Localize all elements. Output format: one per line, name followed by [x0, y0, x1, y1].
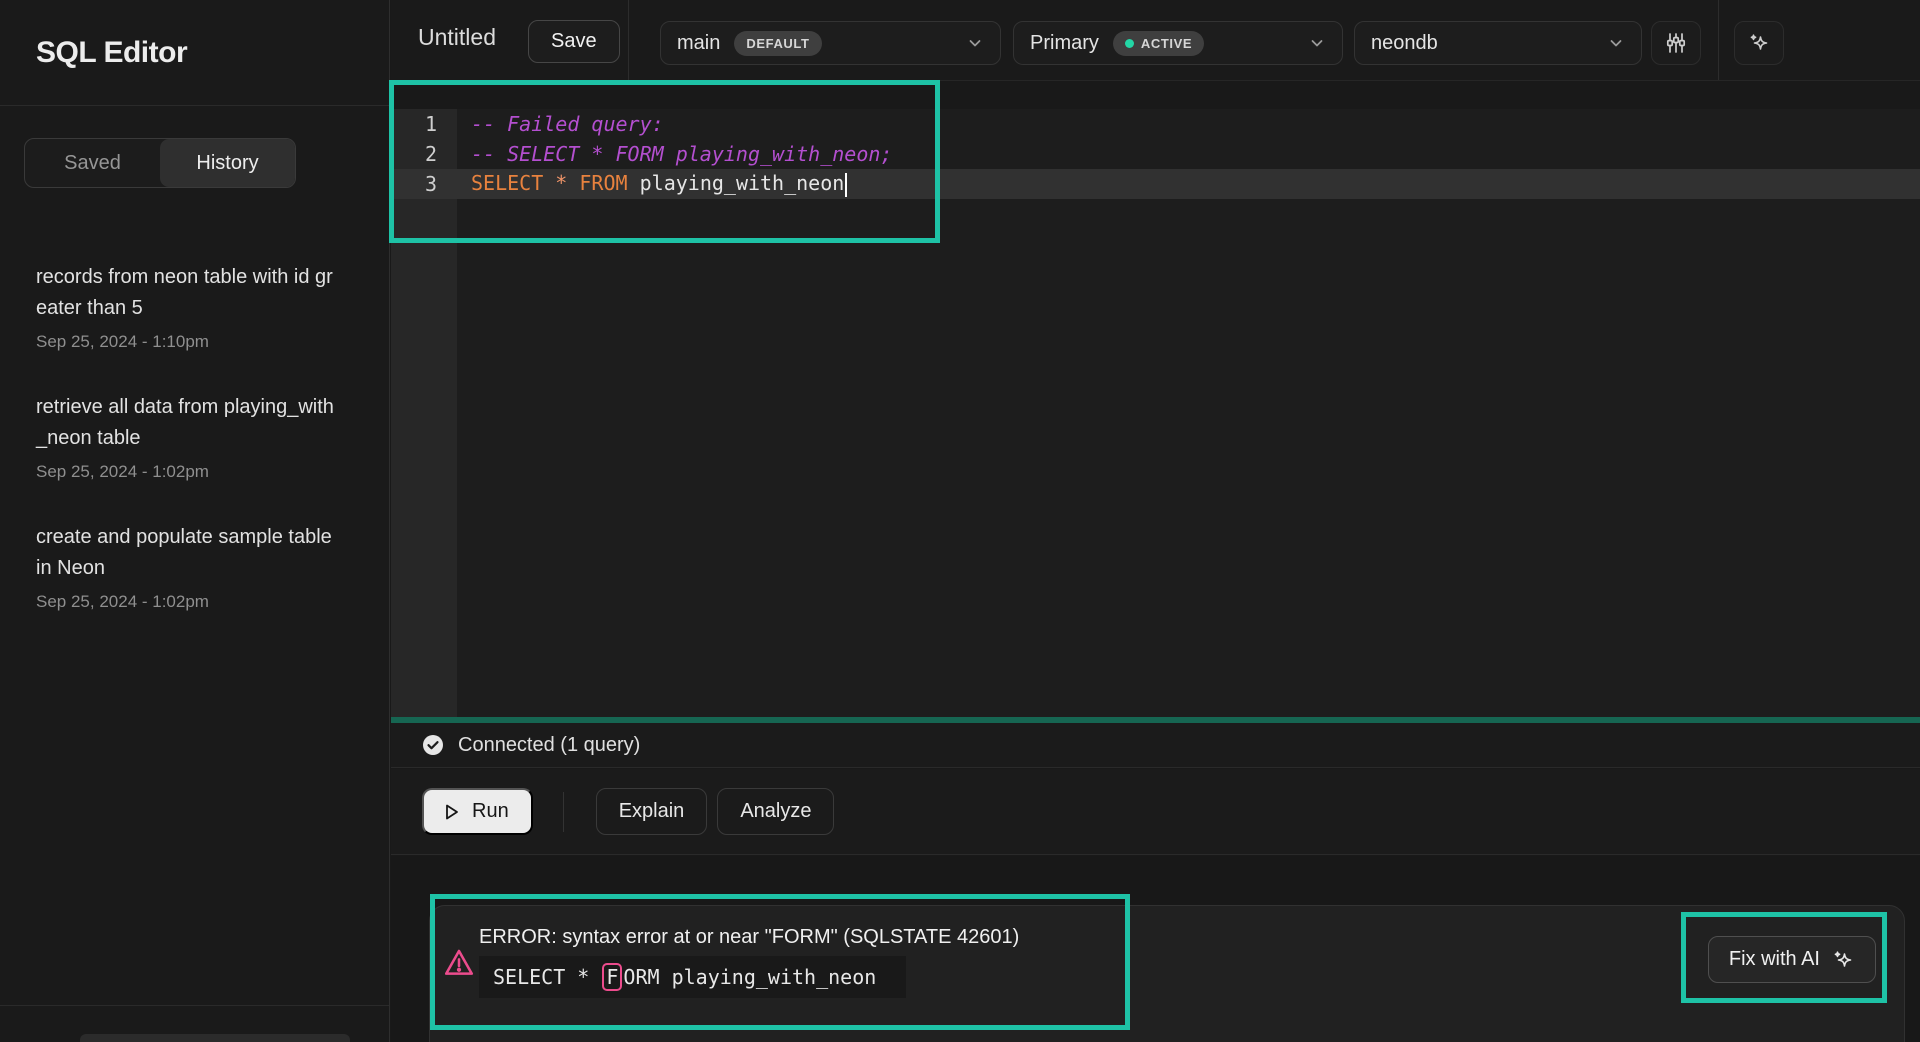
results-area: ERROR: syntax error at or near "FORM" (S… [391, 856, 1920, 1042]
analyze-button[interactable]: Analyze [717, 788, 834, 835]
editor-lines: 1 -- Failed query: 2 -- SELECT * FORM pl… [391, 109, 1920, 199]
chevron-down-icon [966, 34, 984, 52]
history-item-timestamp: Sep 25, 2024 - 1:02pm [36, 592, 354, 612]
sidebar-bottom-divider [0, 1005, 389, 1006]
fix-with-ai-button[interactable]: Fix with AI [1708, 936, 1876, 983]
history-item-title: records from neon table with id greater … [36, 262, 341, 324]
page-title: SQL Editor [36, 36, 187, 70]
editor-top-strip [391, 81, 1920, 109]
text-cursor [845, 173, 847, 197]
compute-name: Primary [1030, 32, 1099, 55]
ai-assistant-button[interactable] [1734, 21, 1784, 65]
sql-table-name: playing_with_neon [640, 171, 845, 195]
sql-statement: SELECT * FROM playing_with_neon [457, 171, 847, 197]
chevron-down-icon [1607, 34, 1625, 52]
explain-button[interactable]: Explain [596, 788, 708, 835]
sql-comment: -- Failed query: [457, 112, 664, 136]
chevron-down-icon [1308, 34, 1326, 52]
editor-line-3-current: 3 SELECT * FROM playing_with_neon [391, 169, 1920, 199]
compute-active-badge-label: ACTIVE [1141, 36, 1192, 51]
query-toolbar: Run Explain Analyze [391, 769, 1920, 855]
settings-sliders-button[interactable] [1651, 21, 1701, 65]
database-selector[interactable]: neondb [1354, 21, 1642, 65]
sidebar-bottom-partial-element [80, 1034, 350, 1042]
sql-comment: -- SELECT * FORM playing_with_neon; [457, 142, 892, 166]
query-title: Untitled [418, 24, 496, 51]
warning-triangle-icon [442, 946, 476, 980]
compute-active-badge: ACTIVE [1113, 31, 1204, 56]
error-query-after: ORM playing_with_neon [623, 965, 876, 989]
error-query-before: SELECT * [493, 965, 601, 989]
error-query-snippet: SELECT * FORM playing_with_neon [479, 956, 906, 998]
history-item-timestamp: Sep 25, 2024 - 1:02pm [36, 462, 354, 482]
branch-selector[interactable]: main DEFAULT [660, 21, 1001, 65]
sparkle-icon [1831, 948, 1855, 972]
connection-status-text: Connected (1 query) [458, 734, 640, 757]
line-number: 3 [391, 172, 457, 196]
history-item-timestamp: Sep 25, 2024 - 1:10pm [36, 332, 354, 352]
branch-default-badge: DEFAULT [734, 31, 821, 56]
database-name: neondb [1371, 32, 1438, 55]
sparkle-icon [1747, 31, 1771, 55]
error-result-panel: ERROR: syntax error at or near "FORM" (S… [429, 905, 1905, 1042]
sidebar: SQL Editor Saved History records from ne… [0, 0, 390, 1042]
sidebar-tabs: Saved History [24, 138, 296, 188]
history-item[interactable]: create and populate sample table in Neon… [36, 522, 354, 612]
connected-check-icon [421, 733, 445, 757]
sql-keyword: FROM [579, 171, 627, 195]
sql-editor-app: SQL Editor Saved History records from ne… [0, 0, 1920, 1042]
line-number: 1 [391, 112, 457, 136]
tab-history[interactable]: History [160, 139, 295, 187]
line-number: 2 [391, 142, 457, 166]
error-highlight-char: F [602, 963, 622, 991]
save-button[interactable]: Save [528, 20, 620, 63]
main-area: Untitled Save main DEFAULT Primary ACTIV… [391, 0, 1920, 1042]
topbar-divider [1718, 0, 1719, 80]
toolbar-divider [563, 792, 564, 832]
editor-line-1: 1 -- Failed query: [391, 109, 1920, 139]
active-status-dot [1125, 39, 1134, 48]
editor-line-2: 2 -- SELECT * FORM playing_with_neon; [391, 139, 1920, 169]
history-item-title: retrieve all data from playing_with_neon… [36, 392, 341, 454]
run-button[interactable]: Run [422, 788, 533, 835]
sliders-icon [1664, 31, 1688, 55]
compute-selector[interactable]: Primary ACTIVE [1013, 21, 1343, 65]
play-icon [440, 801, 462, 823]
branch-name: main [677, 32, 720, 55]
history-item[interactable]: retrieve all data from playing_with_neon… [36, 392, 354, 482]
tab-saved[interactable]: Saved [25, 139, 160, 187]
code-editor[interactable]: 1 -- Failed query: 2 -- SELECT * FORM pl… [391, 80, 1920, 717]
editor-topbar: Untitled Save main DEFAULT Primary ACTIV… [391, 0, 1920, 80]
history-item[interactable]: records from neon table with id greater … [36, 262, 354, 352]
sql-star: * [555, 171, 567, 195]
history-list: records from neon table with id greater … [36, 262, 354, 612]
sql-keyword: SELECT [471, 171, 543, 195]
connection-statusbar: Connected (1 query) [391, 723, 1920, 768]
sidebar-header: SQL Editor [0, 0, 389, 106]
run-button-label: Run [472, 800, 509, 823]
line-number-gutter [391, 109, 457, 717]
topbar-divider [628, 0, 629, 80]
fix-with-ai-label: Fix with AI [1729, 948, 1820, 971]
error-message: ERROR: syntax error at or near "FORM" (S… [479, 926, 1019, 949]
history-item-title: create and populate sample table in Neon [36, 522, 341, 584]
